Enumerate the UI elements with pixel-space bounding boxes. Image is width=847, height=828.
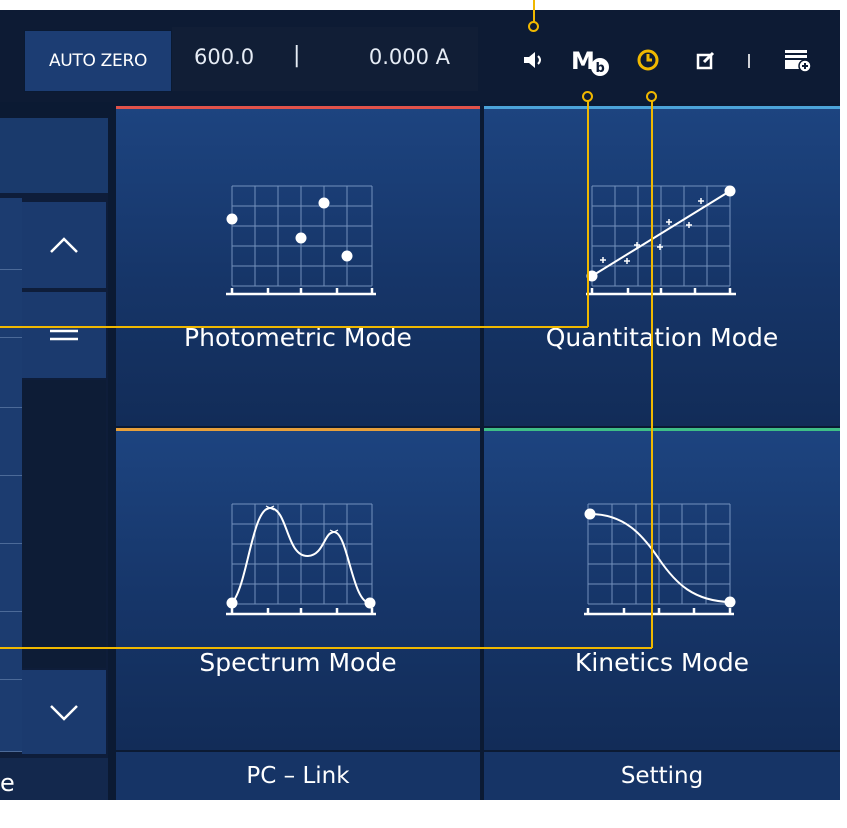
annotation-dot <box>646 91 657 102</box>
spectrum-mode-tile[interactable]: Spectrum Mode <box>116 428 480 750</box>
spectrum-chart-icon <box>226 503 376 616</box>
mode-memory-icon[interactable]: M b <box>568 42 614 78</box>
chevron-up-icon <box>50 237 78 253</box>
quantitation-chart-icon <box>586 185 736 296</box>
quantitation-mode-tile[interactable]: Quantitation Mode <box>484 106 840 426</box>
left-panel-header <box>0 118 108 193</box>
photometric-chart-icon <box>226 185 376 296</box>
timer-icon[interactable] <box>634 46 662 74</box>
instrument-screen: AUTO ZERO 600.0 | 0.000 A M b e Photomet… <box>0 10 840 800</box>
scroll-track[interactable] <box>22 380 106 668</box>
left-bottom-button[interactable]: e <box>0 758 108 800</box>
list-row[interactable] <box>0 476 22 544</box>
absorbance-value: 0.000 A <box>368 45 450 69</box>
chevron-down-icon <box>50 705 78 721</box>
tile-accent-line <box>484 428 840 431</box>
edit-icon[interactable] <box>694 48 718 72</box>
kinetics-mode-tile[interactable]: Kinetics Mode <box>484 428 840 750</box>
setting-label: Setting <box>620 763 704 789</box>
tile-label: Kinetics Mode <box>574 648 750 677</box>
annotation-dot <box>528 21 539 32</box>
annotation-dot <box>582 91 593 102</box>
photometric-mode-tile[interactable]: Photometric Mode <box>116 106 480 426</box>
tile-accent-line <box>484 106 840 109</box>
toolbar-divider <box>748 54 750 68</box>
list-row[interactable] <box>0 680 22 752</box>
svg-text:M: M <box>571 47 595 75</box>
measurement-readout: 600.0 | 0.000 A <box>172 27 478 91</box>
list-row[interactable] <box>0 198 22 270</box>
scroll-down-button[interactable] <box>22 670 106 754</box>
list-row[interactable] <box>0 270 22 338</box>
annotation-line <box>0 647 652 649</box>
list-row[interactable] <box>0 408 22 476</box>
scroll-up-button[interactable] <box>22 202 106 288</box>
pc-link-button[interactable]: PC – Link <box>116 752 480 800</box>
svg-text:b: b <box>596 61 605 76</box>
readout-separator: | <box>293 43 301 68</box>
annotation-line <box>0 326 588 328</box>
list-row[interactable] <box>0 338 22 408</box>
annotation-line <box>533 0 535 22</box>
annotation-line <box>651 98 653 648</box>
setting-button[interactable]: Setting <box>484 752 840 800</box>
tile-accent-line <box>116 428 480 431</box>
wavelength-value: 600.0 <box>194 45 255 69</box>
tile-label: Spectrum Mode <box>199 648 397 677</box>
equals-icon <box>50 329 78 341</box>
folder-add-icon[interactable] <box>780 46 816 74</box>
scroll-middle-button[interactable] <box>22 292 106 378</box>
tile-accent-line <box>116 106 480 109</box>
auto-zero-button[interactable]: AUTO ZERO <box>24 30 172 92</box>
pc-link-label: PC – Link <box>246 763 350 789</box>
annotation-line <box>587 98 589 327</box>
kinetics-chart-icon <box>584 503 736 616</box>
left-panel: e <box>0 118 108 800</box>
top-bar: AUTO ZERO 600.0 | 0.000 A M b <box>0 10 840 102</box>
left-bottom-label: e <box>0 769 15 797</box>
list-row[interactable] <box>0 544 22 612</box>
list-row[interactable] <box>0 612 22 680</box>
speaker-icon[interactable] <box>518 48 550 72</box>
